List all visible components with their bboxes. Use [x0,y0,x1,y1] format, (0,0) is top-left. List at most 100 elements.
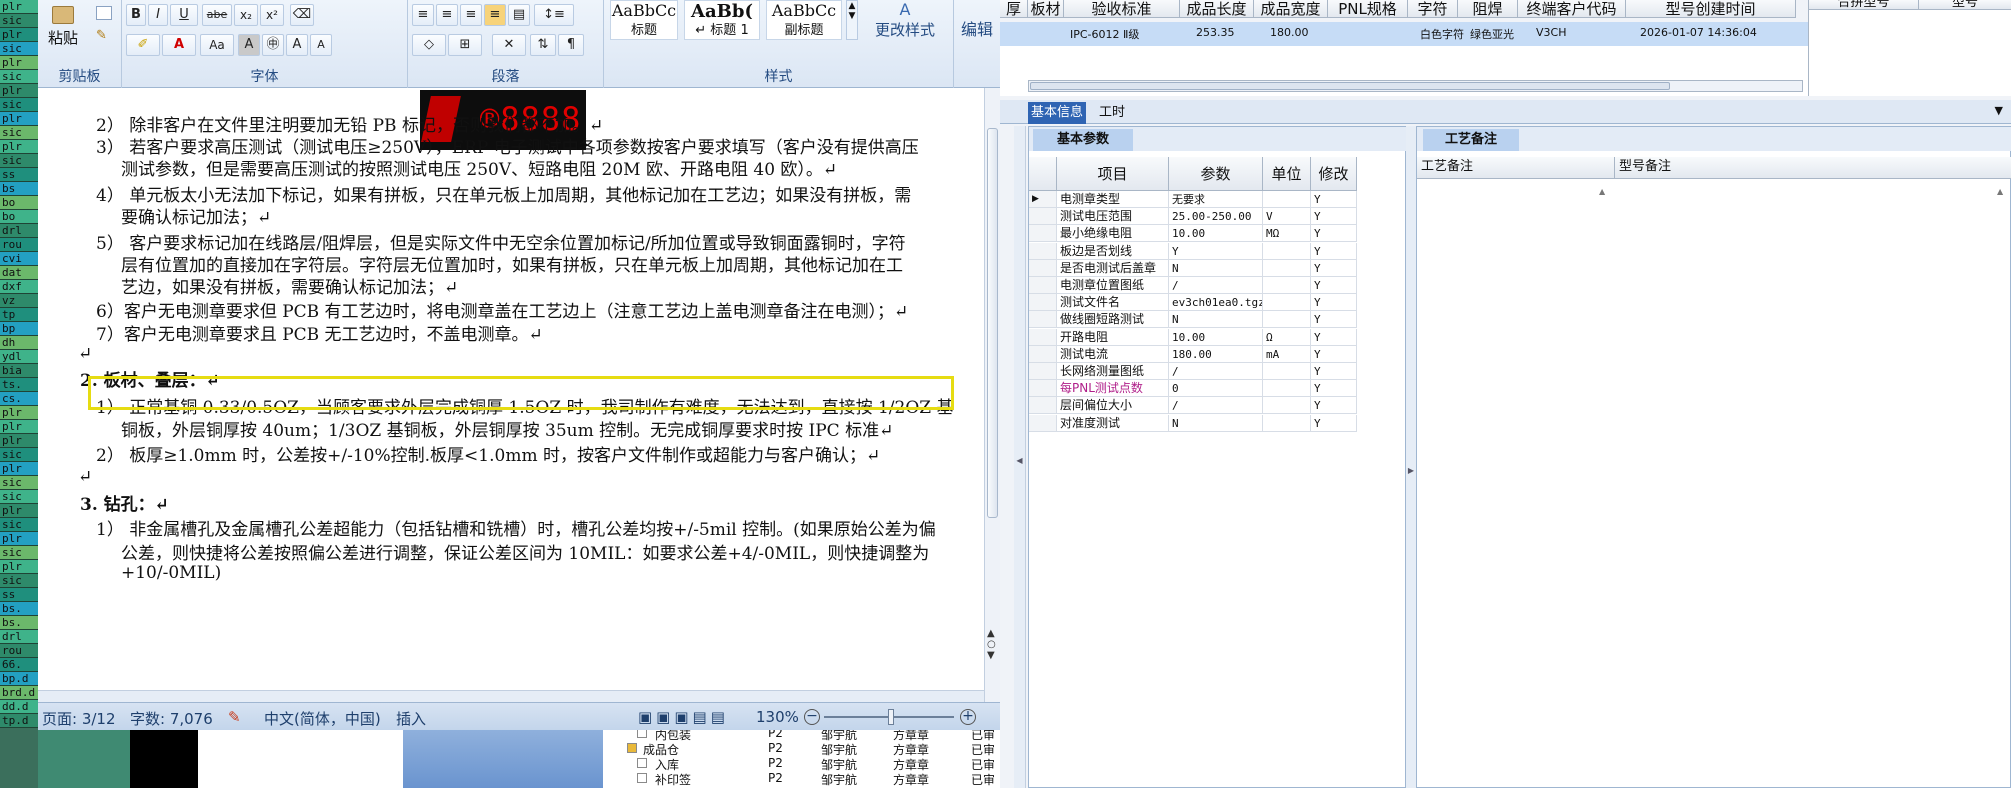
dropdown-icon[interactable]: ▼ [1995,104,2003,117]
strip-item[interactable]: ts. [0,378,38,392]
enclose-char-icon[interactable]: ㊥ [262,34,284,56]
styles-scroll-icon[interactable]: ▲ ▼ [846,0,858,40]
strip-item[interactable]: plr [0,420,38,434]
row-indicator[interactable] [1029,414,1057,432]
strip-item[interactable]: dat [0,266,38,280]
grid-cell-unit[interactable] [1263,380,1311,398]
strip-item[interactable]: rou [0,644,38,658]
grid-cell-unit[interactable] [1263,259,1311,277]
word-count[interactable]: 字数: 7,076 [130,708,213,729]
strip-item[interactable]: sic [0,476,38,490]
middle-splitter[interactable]: ▶ [1406,126,1416,788]
strikethrough-button[interactable]: abe [202,4,232,26]
style-heading1[interactable]: AaBb( ↵ 标题 1 [684,0,760,40]
browse-object-icon[interactable]: ▲ ○ ▼ [987,628,996,661]
view-buttons-icon[interactable]: ▣▣▣▤▤ [638,708,729,726]
top-hscroll[interactable] [1028,80,1803,92]
strip-item[interactable]: dh [0,336,38,350]
distribute-icon[interactable]: ▤ [508,4,530,26]
proofing-icon[interactable]: ✎ [228,708,241,726]
borders-icon[interactable]: ⊞ [448,34,482,56]
strip-item[interactable]: bp [0,322,38,336]
strip-item[interactable]: drl [0,224,38,238]
strip-item[interactable]: sic [0,98,38,112]
strip-item[interactable]: plr [0,112,38,126]
grid-cell-mod[interactable]: Y [1311,380,1357,398]
tree-row[interactable]: 内包装 P2 邹宇航 方章章 已审 [603,730,1000,742]
top-header-cell[interactable]: PNL规格 [1328,0,1408,18]
grid-cell-unit[interactable] [1263,414,1311,432]
grid-header[interactable]: 参数 [1169,157,1263,191]
highlight-icon[interactable]: ✐ [126,34,160,56]
process-note-header[interactable]: 工艺备注 [1417,157,1615,179]
strip-item[interactable]: sic [0,70,38,84]
justify-icon[interactable]: ≡ [484,4,506,26]
row-indicator[interactable] [1029,328,1057,346]
strip-item[interactable]: sic [0,42,38,56]
strip-item[interactable]: sic [0,574,38,588]
grid-cell-mod[interactable]: Y [1311,191,1357,208]
grid-cell-param[interactable]: N [1169,414,1263,432]
style-subtitle[interactable]: AaBbCc 副标题 [766,0,842,40]
grid-cell-mod[interactable]: Y [1311,208,1357,226]
strip-item[interactable]: bo [0,210,38,224]
grid-cell-param[interactable]: N [1169,311,1263,329]
font-color-icon[interactable]: A [162,34,196,56]
shrink-font-button[interactable]: A [310,34,332,56]
model-scroll-up-icon[interactable]: ▲ [1997,187,2003,196]
strip-item[interactable]: plr [0,504,38,518]
strip-item[interactable]: brd.d [0,686,38,700]
show-marks-icon[interactable]: ¶ [558,34,584,56]
italic-button[interactable]: I [148,4,168,26]
grow-font-button[interactable]: A [286,34,308,56]
strip-item[interactable]: rou [0,238,38,252]
strip-item[interactable]: cs. [0,392,38,406]
clear-format-icon[interactable]: ⌫ [290,4,314,26]
grid-cell-mod[interactable]: Y [1311,345,1357,363]
top-header-cell[interactable]: 板材 [1028,0,1064,18]
row-indicator[interactable] [1029,277,1057,294]
grid-header[interactable]: 单位 [1263,157,1311,191]
row-indicator[interactable] [1029,294,1057,312]
top-header-cell[interactable]: 型号创建时间 [1626,0,1796,18]
sort-icon[interactable]: ⇅ [530,34,556,56]
grid-cell-unit[interactable] [1263,277,1311,294]
line-spacing-icon[interactable]: ↕≡ [534,4,574,26]
top-header-cell[interactable]: 厚 [1000,0,1028,18]
grid-cell-mod[interactable]: Y [1311,277,1357,294]
grid-cell-param[interactable]: 25.00-250.00 [1169,208,1263,226]
strip-item[interactable]: plr [0,84,38,98]
strip-item[interactable]: sic [0,154,38,168]
top-header-cell[interactable]: 字符 [1408,0,1458,18]
row-indicator[interactable] [1029,380,1057,398]
tree-row[interactable]: 入库 P2 邹宇航 方章章 已审 [603,756,1000,772]
row-indicator[interactable] [1029,345,1057,363]
strip-item[interactable]: plr [0,28,38,42]
tab-process-notes[interactable]: 工艺备注 [1423,129,1519,151]
strip-item[interactable]: plr [0,0,38,14]
top-hscroll-thumb[interactable] [1030,82,1670,90]
align-center-icon[interactable]: ≡ [436,4,458,26]
note-scroll-up-icon[interactable]: ▲ [1599,187,1605,196]
grid-cell-mod[interactable]: Y [1311,414,1357,432]
zoom-thumb[interactable] [888,709,894,725]
strip-item[interactable]: sic [0,126,38,140]
grid-cell-unit[interactable] [1263,191,1311,208]
strip-item[interactable]: ss [0,168,38,182]
style-title[interactable]: AaBbCc 标题 [610,0,678,40]
tree-row[interactable]: 成品仓 P2 邹宇航 方章章 已审 [603,741,1000,757]
horizontal-scrollbar[interactable] [38,690,984,702]
top-header-cell[interactable]: 验收标准 [1064,0,1180,18]
strip-item[interactable]: vz [0,294,38,308]
grid-cell-mod[interactable]: Y [1311,363,1357,380]
row-indicator[interactable] [1029,242,1057,260]
strip-item[interactable]: plr [0,462,38,476]
grid-cell-param[interactable]: ev3ch01ea0.tgz [1169,294,1263,312]
grid-cell-param[interactable]: 10.00 [1169,328,1263,346]
change-styles-button[interactable]: A 更改样式 [864,0,946,50]
grid-cell-unit[interactable]: V [1263,208,1311,226]
row-indicator[interactable] [1029,363,1057,380]
tree-row[interactable]: 补印签 P2 邹宇航 方章章 已审 [603,771,1000,787]
subscript-button[interactable]: x₂ [234,4,258,26]
zoom-out-icon[interactable]: − [804,709,820,725]
